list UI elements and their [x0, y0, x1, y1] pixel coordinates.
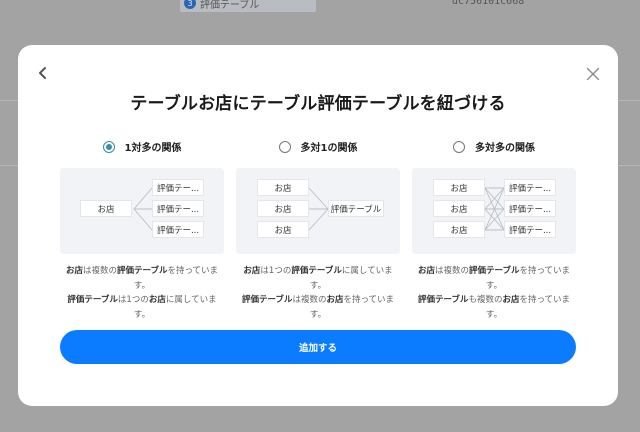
description-many-to-one: お店は1つの評価テーブルに属していま す。 評価テーブルは複数のお店を持っています…	[233, 264, 403, 322]
radio-many-to-many[interactable]	[453, 140, 465, 153]
description-line: 評価テーブルは1つのお店に属していま す。	[67, 295, 217, 320]
diagram-box-store: お店	[433, 221, 485, 238]
description-line: お店は複数の評価テーブルを持っていま す。	[417, 266, 571, 291]
description-one-to-many: お店は複数の評価テーブルを持っていま す。 評価テーブルは1つのお店に属しています…	[57, 264, 227, 322]
description-line: 評価テーブルも複数のお店を持っていま す。	[417, 295, 571, 320]
background-chip-label: 評価テーブル	[200, 0, 260, 11]
description-many-to-many: お店は複数の評価テーブルを持っていま す。 評価テーブルも複数のお店を持っています…	[409, 264, 579, 322]
diagram-box-review: 評価テー...	[152, 200, 204, 217]
diagram-box-review: 評価テー...	[152, 221, 204, 238]
diagram-box-review: 評価テー...	[504, 179, 556, 196]
option-label: 1対多の関係	[124, 143, 182, 154]
diagram-box-store: お店	[257, 221, 309, 238]
chevron-left-icon	[39, 67, 46, 79]
close-icon	[586, 67, 600, 81]
description-line: お店は1つの評価テーブルに属していま す。	[243, 266, 393, 291]
diagram-box-store: お店	[257, 200, 309, 217]
diagram-box-review: 評価テー...	[504, 200, 556, 217]
diagram-box-review: 評価テーブル	[328, 200, 384, 217]
background-table-chip: 3 評価テーブル	[180, 0, 316, 12]
option-one-to-many[interactable]: 1対多の関係	[60, 139, 224, 154]
diagram-box-store: お店	[80, 200, 132, 217]
option-many-to-many[interactable]: 多対多の関係	[412, 139, 576, 154]
description-line: 評価テーブルは複数のお店を持っていま す。	[241, 295, 395, 320]
background-chip-number: 3	[184, 0, 196, 9]
radio-many-to-one[interactable]	[278, 140, 291, 153]
radio-one-to-many[interactable]	[102, 140, 115, 153]
diagram-box-store: お店	[433, 179, 485, 196]
back-button[interactable]	[36, 65, 50, 79]
diagram-box-review: 評価テー...	[504, 221, 556, 238]
relation-modal: テーブルお店にテーブル評価テーブルを紐づける 1対多の関係 お店 評価テー...…	[18, 45, 618, 406]
diagram-box-store: お店	[257, 179, 309, 196]
add-button[interactable]: 追加する	[60, 330, 576, 364]
diagram-one-to-many[interactable]: お店 評価テー... 評価テー... 評価テー...	[60, 168, 224, 254]
modal-title: テーブルお店にテーブル評価テーブルを紐づける	[130, 94, 506, 114]
diagram-many-to-many[interactable]: お店 お店 お店 評価テー... 評価テー... 評価テー...	[412, 168, 576, 254]
option-label: 多対多の関係	[475, 143, 535, 154]
background-code-text: dc756101c668	[452, 0, 525, 7]
close-button[interactable]	[586, 66, 600, 81]
option-label: 多対1の関係	[300, 143, 358, 154]
option-many-to-one[interactable]: 多対1の関係	[236, 139, 400, 154]
diagram-box-review: 評価テー...	[152, 179, 204, 196]
diagram-box-store: お店	[433, 200, 485, 217]
diagram-many-to-one[interactable]: お店 お店 お店 評価テーブル	[236, 168, 400, 254]
description-line: お店は複数の評価テーブルを持っていま す。	[65, 266, 219, 291]
